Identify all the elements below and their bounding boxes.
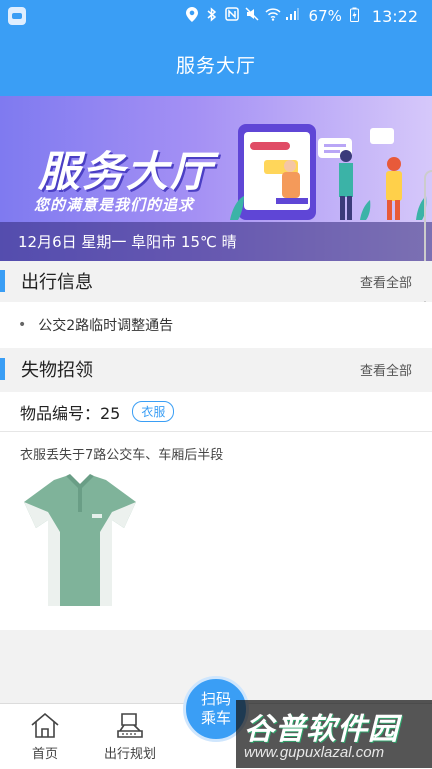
travel-notice-item[interactable]: • 公交2路临时调整通告	[0, 302, 432, 348]
page-title-bar: 服务大厅	[0, 32, 432, 96]
battery-percent: 67%	[308, 7, 342, 25]
watermark-url: www.gupuxlazal.com	[244, 744, 385, 761]
lost-found-title: 失物招领	[21, 360, 93, 381]
wifi-icon	[265, 7, 281, 25]
travel-info-header: 出行信息 查看全部	[0, 261, 432, 301]
lost-item-card[interactable]: 物品编号：25 衣服 衣服丢失于7路公交车、车厢后半段	[0, 392, 432, 630]
scan-button-line1: 扫码	[200, 690, 231, 708]
app-notification-icon	[8, 7, 26, 25]
date-weather-info: 12月6日 星期一 阜阳市 15℃ 晴	[0, 222, 432, 261]
customer-service-illustration	[230, 124, 427, 220]
location-icon	[185, 6, 199, 26]
service-banner[interactable]: 服务大厅 您的满意是我们的追求 12月6日 星期一 阜阳市 15℃ 晴	[0, 96, 432, 261]
scan-button-line2: 乘车	[200, 709, 231, 727]
banner-title: 服务大厅	[38, 147, 215, 196]
bluetooth-icon	[205, 6, 219, 26]
tab-route-planning[interactable]: 出行规划	[85, 704, 175, 769]
lost-item-photo[interactable]	[20, 472, 140, 612]
section-accent-bar	[0, 270, 5, 292]
battery-icon	[348, 7, 362, 26]
nfc-icon	[224, 7, 239, 25]
travel-info-title: 出行信息	[21, 272, 93, 293]
status-icons: 67% 13:22	[185, 6, 418, 26]
lost-found-header: 失物招领 查看全部	[0, 349, 432, 389]
clock: 13:22	[371, 6, 418, 26]
signal-icon	[285, 7, 299, 25]
tab-home-label: 首页	[31, 747, 58, 762]
lost-found-view-all-link[interactable]: 查看全部	[360, 360, 412, 379]
banner-subtitle: 您的满意是我们的追求	[34, 196, 195, 214]
watermark: 谷普软件园 www.gupuxlazal.com	[236, 700, 432, 768]
tab-home[interactable]: 首页	[0, 704, 90, 769]
page-title: 服务大厅	[175, 54, 256, 77]
lost-item-header-row: 物品编号：25 衣服	[0, 392, 432, 432]
bullet-icon: •	[18, 317, 27, 333]
item-description: 衣服丢失于7路公交车、车厢后半段	[20, 448, 224, 463]
route-plan-icon	[117, 713, 143, 738]
tab-route-planning-label: 出行规划	[103, 747, 156, 762]
watermark-title: 谷普软件园	[244, 712, 399, 747]
item-category-tag: 衣服	[132, 401, 175, 422]
section-accent-bar	[0, 358, 5, 380]
travel-notice-text: 公交2路临时调整通告	[38, 318, 174, 334]
item-number: 物品编号：25	[20, 403, 121, 423]
status-bar: 67% 13:22	[0, 0, 432, 32]
home-icon	[31, 712, 59, 738]
mute-icon	[245, 7, 259, 25]
travel-info-view-all-link[interactable]: 查看全部	[360, 272, 412, 291]
